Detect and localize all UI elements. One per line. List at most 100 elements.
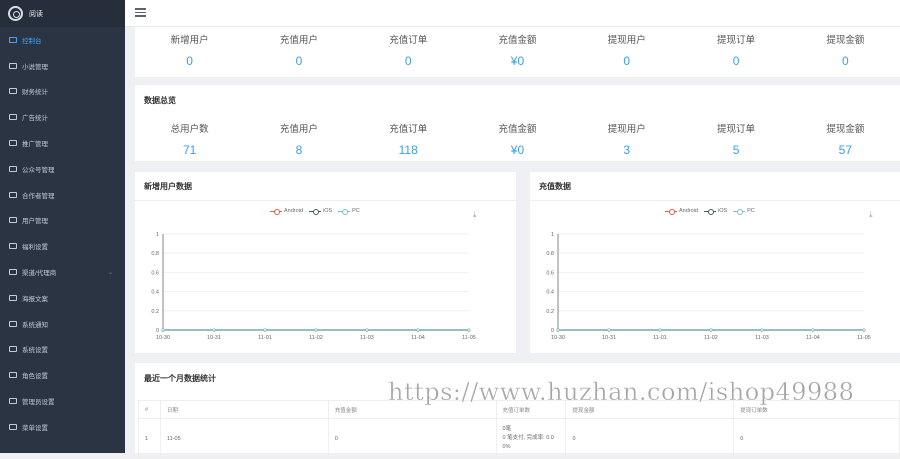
x-tick-label: 10-30 xyxy=(156,335,170,341)
hamburger-menu-icon[interactable] xyxy=(135,8,146,17)
finance-icon xyxy=(9,88,17,95)
stat-label: 充值金额 xyxy=(498,124,537,135)
role-icon xyxy=(9,372,17,379)
sidebar-item[interactable]: 广告统计 xyxy=(0,104,125,130)
sidebar-item-label: 角色设置 xyxy=(22,373,48,381)
sidebar-item-label: 福利设置 xyxy=(22,244,48,252)
stat-label: 总用户数 xyxy=(170,124,209,135)
data-point xyxy=(263,328,267,332)
y-tick-label: 0 xyxy=(156,328,159,334)
sidebar-item-label: 菜单设置 xyxy=(22,424,48,432)
stat-value: 0 xyxy=(295,54,303,68)
sidebar-menu: 控制台 小说管理财务统计广告统计推广管理公众号管理 合作者管理 用户管理福利设置渠道/… xyxy=(0,27,125,440)
y-tick-label: 0.2 xyxy=(151,309,159,315)
y-tick-label: 0.2 xyxy=(546,309,554,315)
x-tick-label: 10-31 xyxy=(207,335,221,341)
stat-value: ¥0 xyxy=(510,143,525,157)
data-point xyxy=(607,328,611,332)
sidebar-item[interactable]: 财务统计 xyxy=(0,79,125,105)
stat-value: 0 xyxy=(841,54,849,68)
data-point xyxy=(365,328,369,332)
sidebar-item[interactable]: 控制台 xyxy=(0,27,125,53)
x-tick-label: 11-01 xyxy=(653,335,667,341)
stat-item: 提现订单 0 xyxy=(681,32,790,68)
stat-label: 提现订单 xyxy=(717,124,756,135)
y-tick-label: 0 xyxy=(551,328,554,334)
sidebar-item[interactable]: 小说管理 xyxy=(0,53,125,79)
chevron-down-icon: ⌄ xyxy=(107,269,113,276)
sidebar-item-label: 系统通知 xyxy=(22,321,48,329)
sidebar-item[interactable]: 用户管理 xyxy=(0,208,125,234)
gear-icon xyxy=(9,346,17,353)
watermark: https://www.huzhan.com/ishop49988 xyxy=(388,378,855,406)
y-tick-label: 0.8 xyxy=(151,251,159,257)
stat-item: 提现金额 57 xyxy=(791,121,900,157)
sidebar-item[interactable]: 公众号管理 xyxy=(0,156,125,182)
data-point xyxy=(416,328,420,332)
stat-item: 总用户数 71 xyxy=(135,121,244,157)
ad-icon xyxy=(9,114,17,121)
x-tick-label: 10-31 xyxy=(602,335,616,341)
admin-icon xyxy=(9,398,17,405)
x-tick-label: 11-02 xyxy=(309,335,323,341)
stat-item: 充值用户 8 xyxy=(244,121,353,157)
sidebar-item-label: 推广管理 xyxy=(22,141,48,149)
stat-label: 充值用户 xyxy=(279,124,318,135)
cell-line: 0 笔支付, 完成率: 0.0 xyxy=(502,435,554,441)
sidebar-item[interactable]: 管理员设置 xyxy=(0,388,125,414)
y-tick-label: 0.4 xyxy=(546,290,554,296)
stat-item: 提现用户 0 xyxy=(572,32,681,68)
table-header-cell: 日期 xyxy=(159,400,329,419)
sidebar: 阅读 控制台 小说管理财务统计广告统计推广管理公众号管理 合作者管理 用户管理福利设置… xyxy=(0,0,125,453)
data-point xyxy=(556,328,560,332)
stat-value: 71 xyxy=(182,143,197,157)
y-tick-label: 0.6 xyxy=(546,270,554,276)
stat-item: 提现金额 0 xyxy=(791,32,900,68)
x-tick-label: 11-05 xyxy=(462,335,476,341)
data-point xyxy=(709,328,713,332)
sidebar-item[interactable]: 系统设置 xyxy=(0,337,125,363)
gift-icon xyxy=(9,243,17,250)
stat-label: 充值用户 xyxy=(279,35,318,46)
sidebar-item[interactable]: 菜单设置 xyxy=(0,414,125,440)
stat-value: 0 xyxy=(623,54,631,68)
sidebar-item[interactable]: 角色设置 xyxy=(0,362,125,388)
stat-value: 118 xyxy=(398,143,418,157)
sidebar-item[interactable]: 推广管理 xyxy=(0,130,125,156)
logo-icon xyxy=(8,6,23,21)
sidebar-item-label: 广告统计 xyxy=(22,115,48,123)
data-point xyxy=(811,328,815,332)
y-tick-label: 1 xyxy=(551,232,554,238)
x-tick-label: 11-04 xyxy=(806,335,820,341)
stat-label: 提现金额 xyxy=(826,124,865,135)
sidebar-item-label: 海报文案 xyxy=(22,295,48,303)
y-tick-label: 1 xyxy=(156,232,159,238)
sidebar-item[interactable]: 合作者管理 xyxy=(0,182,125,208)
sidebar-item-label: 系统设置 xyxy=(22,347,48,355)
recharge-chart-card: 充值数据 Android iOS PC ⤓ 0 0.2 0.4 0.6 0.8 1 10-30 1… xyxy=(530,172,900,353)
x-tick-label: 11-03 xyxy=(755,335,769,341)
stat-value: ¥0 xyxy=(510,54,525,68)
sidebar-item[interactable]: 渠道/代理商 ⌄ xyxy=(0,259,125,285)
sidebar-item[interactable]: 福利设置 xyxy=(0,233,125,259)
sidebar-item[interactable]: 系统通知 xyxy=(0,311,125,337)
table-header-cell: # xyxy=(138,400,161,419)
top-bar xyxy=(125,0,900,27)
data-point xyxy=(467,328,471,332)
stat-value: 0 xyxy=(186,54,193,68)
sidebar-item-label: 财务统计 xyxy=(22,89,48,97)
home-icon xyxy=(9,36,17,43)
sidebar-item[interactable]: 海报文案 xyxy=(0,285,125,311)
recharge-line-chart: 0 0.2 0.4 0.6 0.8 1 10-30 10-31 11-01 11-02 11-03 1… xyxy=(546,232,870,341)
monthly-table: # 日期 充值金额 充值订单数 提现金额 提现订单数 1 11-05 0 0笔 0 笔支付, 完成… xyxy=(138,400,900,459)
x-tick-label: 11-03 xyxy=(360,335,374,341)
stat-item: 提现用户 3 xyxy=(572,121,681,157)
stat-item: 充值用户 0 xyxy=(244,32,353,68)
sidebar-item-label: 管理员设置 xyxy=(22,399,55,407)
brand[interactable]: 阅读 xyxy=(0,0,125,27)
data-point xyxy=(658,328,662,332)
overview-card: 数据总览 总用户数 71 充值用户 8 充值订单 118 充值金额 ¥0 提现用户 3 提现订单 5 提… xyxy=(135,85,900,161)
stat-item: 提现订单 5 xyxy=(681,121,790,157)
wechat-icon xyxy=(9,165,17,172)
partner-icon xyxy=(9,191,17,198)
